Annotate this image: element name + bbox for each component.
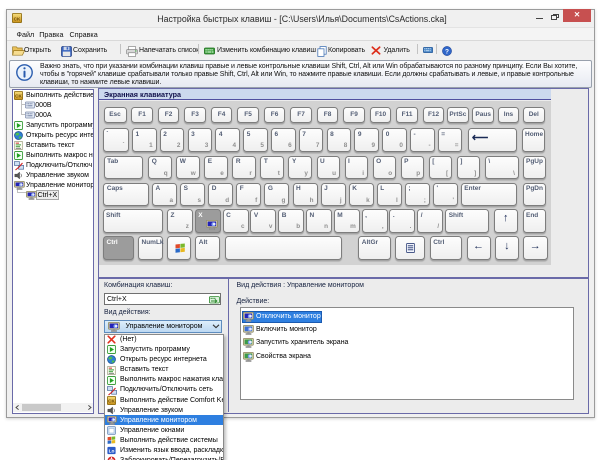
- svg-text:CK: CK: [108, 398, 115, 403]
- svg-text:CK: CK: [14, 17, 21, 22]
- svg-text:Lo: Lo: [109, 448, 115, 454]
- svg-text:CK: CK: [15, 94, 22, 99]
- svg-text:?: ?: [445, 48, 449, 55]
